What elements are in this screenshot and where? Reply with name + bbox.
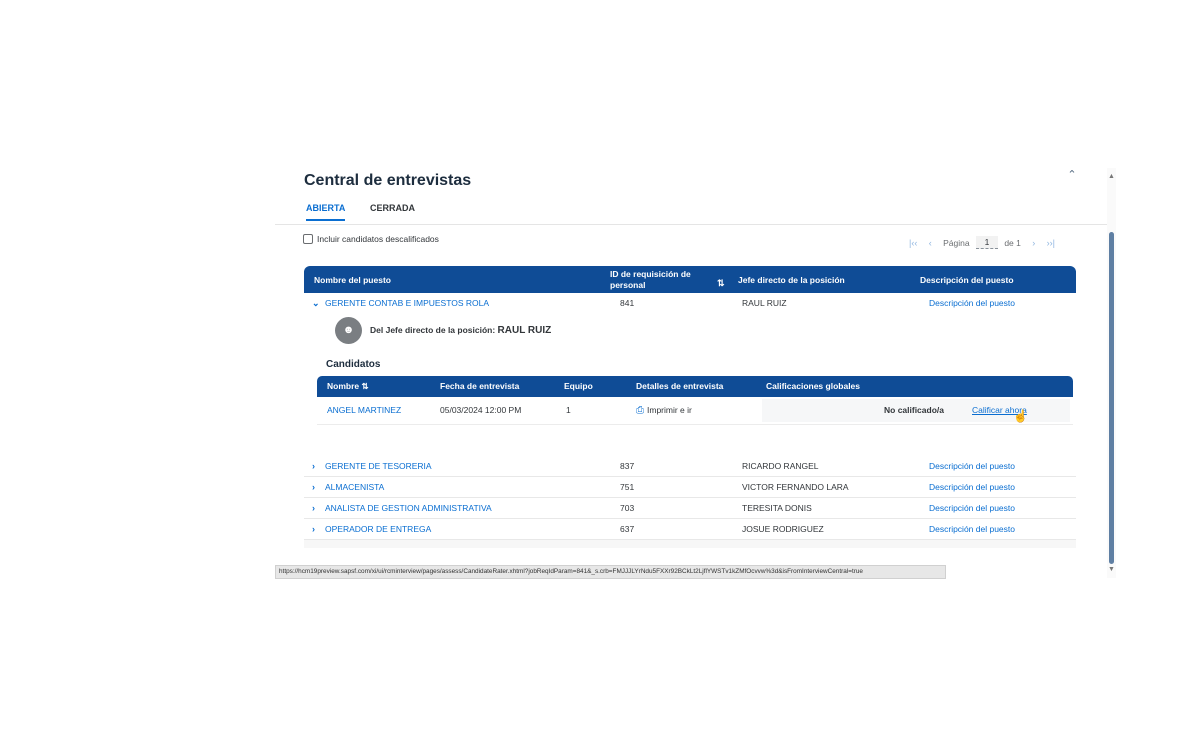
- job-description-link[interactable]: Descripción del puesto: [929, 477, 1015, 497]
- header-overall-ratings[interactable]: Calificaciones globales: [766, 376, 860, 397]
- next-page-icon[interactable]: ›: [1032, 238, 1035, 248]
- chevron-right-icon[interactable]: ›: [312, 477, 315, 497]
- scroll-up-icon[interactable]: ▲: [1107, 173, 1116, 180]
- header-description[interactable]: Descripción del puesto: [920, 266, 1014, 293]
- manager-name: VICTOR FERNANDO LARA: [742, 482, 849, 492]
- pagination: |‹‹ ‹ Página 1 de 1 › ››|: [909, 236, 1055, 252]
- rating-status: No calificado/a: [884, 405, 944, 415]
- interview-central-panel: Central de entrevistas ⌃ ABIERTA CERRADA…: [275, 168, 1116, 578]
- sort-icon[interactable]: ⇅: [717, 278, 725, 289]
- candidates-table: Nombre ⇅ Fecha de entrevista Equipo Deta…: [317, 376, 1073, 425]
- first-page-icon[interactable]: |‹‹: [909, 238, 917, 248]
- manager-name-bold: RAUL RUIZ: [497, 325, 552, 336]
- chevron-right-icon[interactable]: ›: [312, 498, 315, 518]
- job-title-link[interactable]: OPERADOR DE ENTREGA: [325, 519, 431, 539]
- job-description-link[interactable]: Descripción del puesto: [929, 519, 1015, 539]
- printer-icon: ⎙: [636, 405, 644, 416]
- avatar: ☻: [335, 317, 362, 344]
- status-bar-url: https://hcm19preview.sapsf.com/xi/ui/rcm…: [275, 565, 946, 579]
- scroll-down-icon[interactable]: ▼: [1107, 566, 1116, 573]
- job-title-link[interactable]: GERENTE DE TESORERIA: [325, 456, 432, 476]
- job-title-link[interactable]: GERENTE CONTAB E IMPUESTOS ROLA: [325, 293, 489, 313]
- include-disqualified-option[interactable]: Incluir candidatos descalificados: [303, 234, 439, 246]
- print-and-go[interactable]: ⎙ Imprimir e ir: [636, 397, 692, 424]
- team-count: 1: [566, 405, 571, 415]
- chevron-right-icon[interactable]: ›: [312, 456, 315, 476]
- header-name[interactable]: Nombre ⇅: [327, 376, 369, 397]
- hand-cursor-icon: ☝: [1013, 409, 1028, 423]
- requisition-id: 841: [620, 298, 635, 308]
- candidate-name-link[interactable]: ANGEL MARTINEZ: [327, 397, 401, 424]
- page-number-input[interactable]: 1: [975, 236, 998, 249]
- header-manager[interactable]: Jefe directo de la posición: [738, 266, 845, 293]
- table-row-expanded: ⌄ GERENTE CONTAB E IMPUESTOS ROLA 841 RA…: [304, 293, 1076, 313]
- job-description-link[interactable]: Descripción del puesto: [929, 456, 1015, 476]
- manager-text: Del Jefe directo de la posición: RAUL RU…: [370, 325, 551, 336]
- table-row: › GERENTE DE TESORERIA 837 RICARDO RANGE…: [304, 456, 1076, 477]
- chevron-right-icon[interactable]: ›: [312, 519, 315, 539]
- table-row: › ANALISTA DE GESTION ADMINISTRATIVA 703…: [304, 498, 1076, 519]
- manager-name: RICARDO RANGEL: [742, 461, 819, 471]
- panel-content: Central de entrevistas ⌃ ABIERTA CERRADA…: [275, 168, 1107, 578]
- tab-divider: [275, 224, 1107, 225]
- header-interview-details[interactable]: Detalles de entrevista: [636, 376, 723, 397]
- include-disqualified-checkbox[interactable]: [303, 234, 313, 244]
- tab-abierta[interactable]: ABIERTA: [306, 203, 346, 221]
- chevron-down-icon[interactable]: ⌄: [312, 293, 320, 313]
- table-footer: [304, 540, 1076, 548]
- page-label: Página: [943, 237, 970, 248]
- chevron-up-icon[interactable]: ⌃: [1065, 168, 1079, 182]
- requisitions-table: Nombre del puesto ID de requisición de p…: [304, 266, 1076, 548]
- expanded-details: ☻ Del Jefe directo de la posición: RAUL …: [304, 313, 1076, 456]
- candidate-row: ANGEL MARTINEZ 05/03/2024 12:00 PM 1 ⎙ Im…: [317, 397, 1073, 425]
- header-team[interactable]: Equipo: [564, 376, 593, 397]
- scrollbar-thumb[interactable]: [1109, 232, 1114, 564]
- vertical-scrollbar[interactable]: ▲ ▼: [1107, 168, 1116, 578]
- header-requisition-id[interactable]: ID de requisición de personal: [610, 266, 705, 293]
- include-disqualified-label: Incluir candidatos descalificados: [317, 234, 439, 244]
- tab-cerrada[interactable]: CERRADA: [370, 203, 415, 219]
- table-row: › OPERADOR DE ENTREGA 637 JOSUE RODRIGUE…: [304, 519, 1076, 540]
- header-interview-date[interactable]: Fecha de entrevista: [440, 376, 519, 397]
- requisition-id: 637: [620, 524, 635, 534]
- last-page-icon[interactable]: ››|: [1047, 238, 1055, 248]
- requisition-id: 703: [620, 503, 635, 513]
- job-title-link[interactable]: ANALISTA DE GESTION ADMINISTRATIVA: [325, 498, 492, 518]
- job-description-link[interactable]: Descripción del puesto: [929, 498, 1015, 518]
- requisition-id: 837: [620, 461, 635, 471]
- header-job-title[interactable]: Nombre del puesto: [314, 266, 391, 293]
- table-header: Nombre del puesto ID de requisición de p…: [304, 266, 1076, 293]
- sort-asc-icon[interactable]: ⇅: [362, 381, 369, 391]
- page-total: de 1: [1004, 237, 1021, 248]
- job-title-link[interactable]: ALMACENISTA: [325, 477, 384, 497]
- manager-name: TERESITA DONIS: [742, 503, 812, 513]
- candidates-header: Nombre ⇅ Fecha de entrevista Equipo Deta…: [317, 376, 1073, 397]
- page-title: Central de entrevistas: [304, 172, 472, 189]
- candidates-heading: Candidatos: [326, 359, 381, 370]
- table-row: › ALMACENISTA 751 VICTOR FERNANDO LARA D…: [304, 477, 1076, 498]
- job-description-link[interactable]: Descripción del puesto: [929, 293, 1015, 313]
- requisition-id: 751: [620, 482, 635, 492]
- manager-name: RAUL RUIZ: [742, 298, 787, 308]
- manager-label: Del Jefe directo de la posición:: [370, 325, 496, 335]
- manager-name: JOSUE RODRIGUEZ: [742, 524, 824, 534]
- interview-date: 05/03/2024 12:00 PM: [440, 405, 522, 415]
- prev-page-icon[interactable]: ‹: [929, 238, 932, 248]
